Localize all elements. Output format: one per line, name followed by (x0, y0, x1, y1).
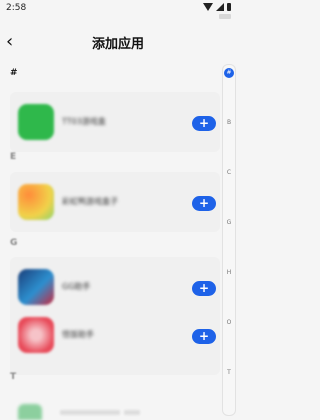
add-button[interactable]: + (192, 329, 216, 344)
app-name: 悟饭助手 (62, 330, 94, 339)
app-card: TT03游戏盒 + (10, 92, 220, 152)
list-item: 悟饭助手 + (10, 305, 220, 365)
page-title: 添加应用 (91, 37, 144, 52)
status-time: 2:58 (6, 3, 27, 13)
index-letter[interactable]: O (223, 319, 235, 326)
index-letter[interactable]: B (223, 119, 235, 126)
app-name: TT03游戏盒 (62, 117, 106, 126)
add-button[interactable]: + (192, 281, 216, 296)
app-icon (18, 317, 54, 353)
app-icon (18, 104, 54, 140)
status-chip (219, 14, 231, 19)
app-icon (18, 404, 42, 420)
index-letter[interactable]: C (223, 169, 235, 176)
header: ‹ 添加应用 (0, 28, 236, 58)
app-card: GG助手 + 悟饭助手 + (10, 257, 220, 375)
section-header: T (10, 372, 17, 382)
index-letter[interactable]: H (223, 269, 235, 276)
wifi-icon (203, 3, 213, 11)
battery-icon (227, 3, 231, 11)
app-card: 彩虹鸭游戏盒子 + (10, 172, 220, 232)
app-name: GG助手 (62, 282, 91, 291)
status-icons (203, 3, 231, 11)
status-bar: 2:58 (0, 0, 236, 19)
list-item: 彩虹鸭游戏盒子 + (10, 172, 220, 232)
section-header: # (10, 68, 18, 78)
index-letter[interactable]: G (223, 219, 235, 226)
add-button[interactable]: + (192, 196, 216, 211)
add-button[interactable]: + (192, 116, 216, 131)
index-rail[interactable]: # B C G H O T (222, 64, 236, 416)
app-icon (18, 269, 54, 305)
app-tag-placeholder (124, 410, 140, 415)
app-name-placeholder (60, 410, 120, 415)
signal-icon (216, 3, 224, 11)
index-active-letter[interactable]: # (224, 68, 234, 78)
section-header: E (10, 152, 17, 162)
app-icon (18, 184, 54, 220)
list-item: TT03游戏盒 + (10, 92, 220, 152)
app-name: 彩虹鸭游戏盒子 (62, 197, 118, 206)
index-letter[interactable]: T (223, 369, 235, 376)
section-header: G (10, 238, 18, 248)
